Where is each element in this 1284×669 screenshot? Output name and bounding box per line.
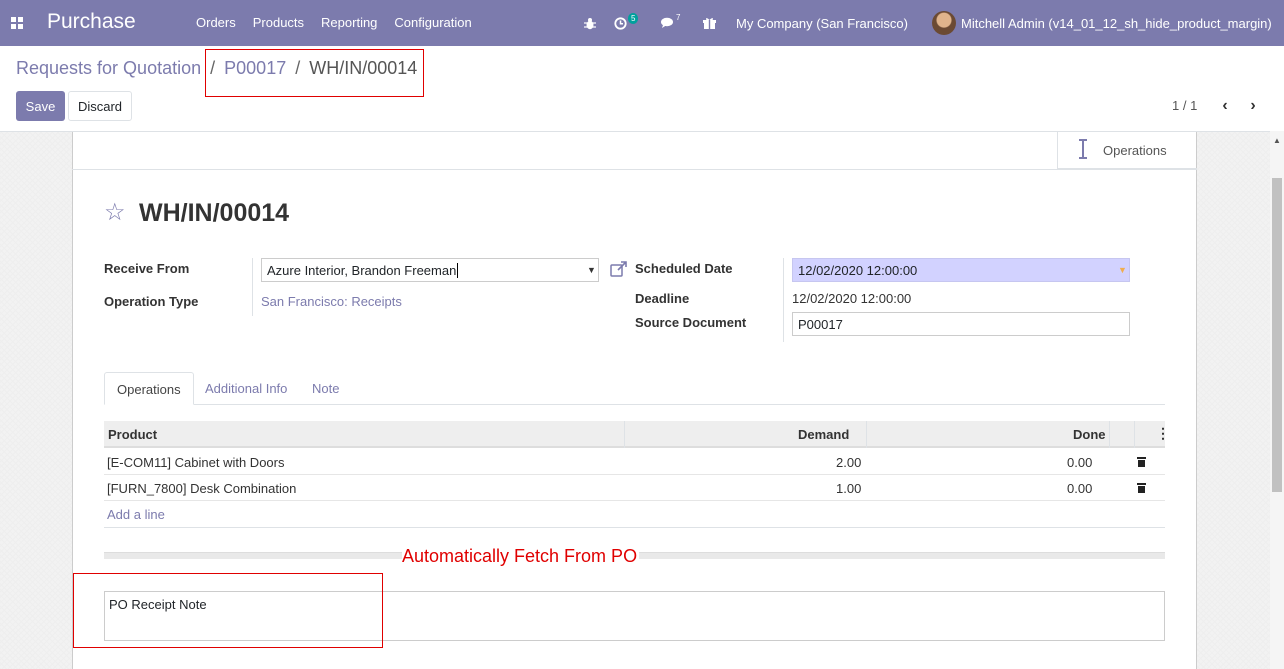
trash-icon[interactable]	[1137, 483, 1146, 493]
user-menu[interactable]: Mitchell Admin (v14_01_12_sh_hide_produc…	[932, 0, 1272, 46]
divider	[104, 527, 1165, 528]
trash-icon[interactable]	[1137, 457, 1146, 467]
tab-additional-info[interactable]: Additional Info	[193, 372, 299, 405]
optional-columns-kebab-icon[interactable]: ⋮	[1156, 425, 1170, 442]
tab-note[interactable]: Note	[300, 372, 351, 405]
scroll-up-arrow-icon[interactable]: ▲	[1273, 136, 1281, 145]
menu-products[interactable]: Products	[253, 15, 304, 30]
scheduled-date-input[interactable]: 12/02/2020 12:00:00	[792, 258, 1130, 282]
save-button[interactable]: Save	[16, 91, 65, 121]
arrows-vertical-icon	[1078, 138, 1088, 160]
row-product: [FURN_7800] Desk Combination	[107, 481, 297, 496]
divider	[72, 169, 1197, 170]
favorite-star-icon[interactable]: ☆	[104, 199, 126, 227]
app-brand[interactable]: Purchase	[47, 10, 136, 34]
messages-chat-icon[interactable]: 7	[660, 0, 680, 46]
deadline-label: Deadline	[635, 291, 690, 306]
annotation-text: Automatically Fetch From PO	[402, 546, 640, 567]
operation-type-link[interactable]: San Francisco: Receipts	[261, 294, 402, 309]
menu-orders[interactable]: Orders	[196, 15, 236, 30]
row-done: 0.00	[1067, 481, 1093, 496]
debug-bug-icon[interactable]	[584, 0, 596, 46]
divider	[624, 421, 625, 448]
divider	[1109, 421, 1110, 448]
company-switcher[interactable]: My Company (San Francisco)	[736, 0, 908, 46]
activity-count-badge: 5	[628, 12, 639, 24]
table-row[interactable]: [E-COM11] Cabinet with Doors 2.00 0.00	[104, 449, 1165, 475]
date-caret-icon[interactable]: ▼	[1118, 265, 1127, 275]
add-line-link[interactable]: Add a line	[107, 507, 165, 522]
highlight-box-note	[73, 573, 383, 648]
row-demand: 1.00	[836, 481, 862, 496]
notebook-tabs: Operations Additional Info Note	[104, 372, 1165, 405]
main-menu: Orders Products Reporting Configuration	[196, 15, 489, 30]
divider	[252, 258, 253, 316]
tab-operations[interactable]: Operations	[104, 372, 194, 405]
column-done[interactable]: Done	[1073, 427, 1106, 442]
breadcrumb-rfq[interactable]: Requests for Quotation	[16, 58, 201, 78]
discard-button[interactable]: Discard	[68, 91, 132, 121]
row-product: [E-COM11] Cabinet with Doors	[107, 455, 285, 470]
record-title: WH/IN/00014	[139, 199, 290, 227]
activity-clock-icon[interactable]: 5	[614, 0, 639, 46]
dropdown-caret-icon[interactable]: ▼	[587, 265, 596, 275]
user-avatar	[932, 11, 956, 35]
pager-previous-icon[interactable]: ‹	[1218, 96, 1232, 116]
column-demand[interactable]: Demand	[798, 427, 849, 442]
receive-from-value: Azure Interior, Brandon Freeman	[267, 263, 457, 278]
operation-type-label: Operation Type	[104, 294, 199, 309]
pager-next-icon[interactable]: ›	[1246, 96, 1260, 116]
scheduled-date-label: Scheduled Date	[635, 261, 733, 276]
divider	[866, 421, 867, 448]
operations-button-label[interactable]: Operations	[1103, 143, 1167, 158]
menu-configuration[interactable]: Configuration	[394, 15, 471, 30]
highlight-box-breadcrumb	[205, 49, 424, 97]
gift-icon[interactable]	[703, 0, 716, 46]
divider	[783, 258, 784, 342]
receive-from-input[interactable]: Azure Interior, Brandon Freeman	[261, 258, 599, 282]
messages-count-badge: 7	[676, 12, 681, 22]
row-done: 0.00	[1067, 455, 1093, 470]
divider	[1134, 421, 1135, 448]
table-row[interactable]: [FURN_7800] Desk Combination 1.00 0.00	[104, 475, 1165, 501]
menu-reporting[interactable]: Reporting	[321, 15, 377, 30]
user-name: Mitchell Admin (v14_01_12_sh_hide_produc…	[961, 15, 1272, 31]
source-document-label: Source Document	[635, 315, 747, 330]
apps-grid-icon[interactable]	[11, 17, 23, 29]
receive-from-label: Receive From	[104, 261, 190, 276]
column-product[interactable]: Product	[108, 427, 157, 442]
source-document-input[interactable]: P00017	[792, 312, 1130, 336]
text-cursor	[457, 263, 459, 278]
top-navbar: Purchase Orders Products Reporting Confi…	[0, 0, 1284, 46]
deadline-value: 12/02/2020 12:00:00	[792, 291, 912, 306]
scrollbar-thumb[interactable]	[1272, 178, 1282, 492]
external-link-icon[interactable]	[610, 261, 628, 277]
table-header: Product Demand Done ⋮	[104, 421, 1170, 448]
pager-value[interactable]: 1 / 1	[1172, 98, 1197, 113]
row-demand: 2.00	[836, 455, 862, 470]
